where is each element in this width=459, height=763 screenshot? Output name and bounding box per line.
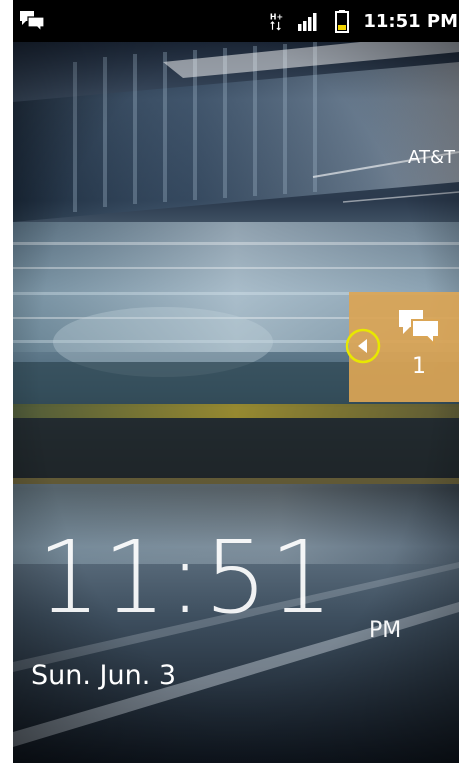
status-clock: 11:51 PM <box>363 10 458 32</box>
lockscreen-ampm: PM <box>369 618 402 643</box>
svg-text:H+: H+ <box>270 12 283 21</box>
status-right-group: H+ 11:51 PM <box>269 0 459 42</box>
lockscreen-time: 11:51 <box>37 519 336 636</box>
carrier-label: AT&T <box>408 147 455 168</box>
status-bar: H+ 11:51 PM <box>13 0 459 42</box>
wallpaper-image <box>13 42 459 763</box>
network-type-icon: H+ <box>270 12 283 31</box>
battery-icon <box>335 10 350 33</box>
lock-screen: H+ 11:51 PM AT&T 1 11:51 PM Sun. Jun. 3 <box>13 0 459 763</box>
chat-bubbles-icon <box>20 11 45 33</box>
notification-count: 1 <box>412 354 426 379</box>
chat-bubbles-icon <box>399 310 440 347</box>
left-arrow-icon[interactable] <box>344 327 382 365</box>
signal-bars-icon <box>298 13 317 31</box>
lockscreen-date: Sun. Jun. 3 <box>31 660 177 691</box>
